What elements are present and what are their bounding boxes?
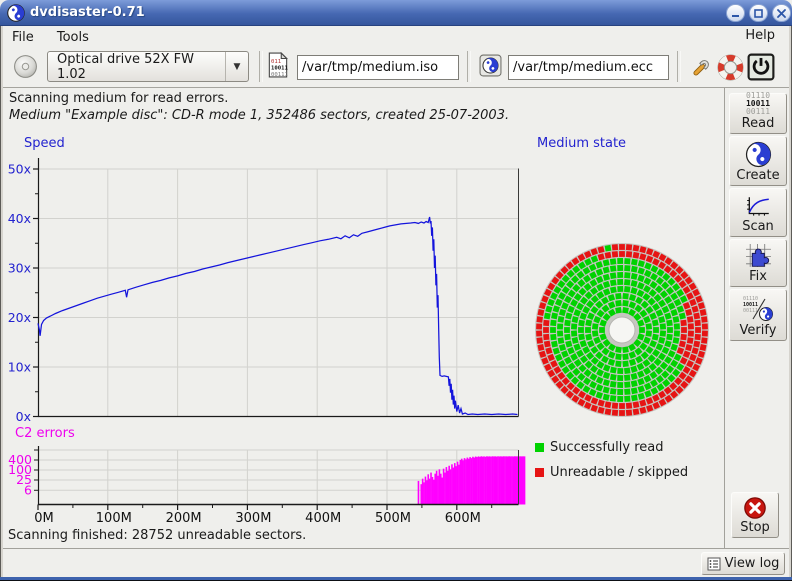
menu-file[interactable]: File <box>3 28 43 47</box>
fix-button-label: Fix <box>749 269 767 284</box>
stop-button[interactable]: Stop <box>731 492 779 538</box>
toolbar-separator <box>259 51 263 82</box>
medium-info-line: Medium "Example disc": CD-R mode 1, 3524… <box>9 108 509 123</box>
iso-path-input[interactable] <box>297 55 459 80</box>
svg-text:10x: 10x <box>8 360 31 375</box>
read-button-label: Read <box>742 116 775 131</box>
toolbar: Optical drive 52X FW 1.02 ▼ 011 10011 00… <box>3 47 789 88</box>
fix-button[interactable]: Fix <box>729 239 787 287</box>
window-frame-bottom[interactable] <box>0 577 792 581</box>
ecc-path-input[interactable] <box>508 55 669 80</box>
quit-power-icon[interactable] <box>747 53 775 81</box>
svg-text:50x: 50x <box>8 162 31 177</box>
drive-selector[interactable]: Optical drive 52X FW 1.02 ▼ <box>47 51 249 82</box>
svg-text:40x: 40x <box>8 211 31 226</box>
close-button[interactable] <box>772 4 791 22</box>
svg-text:0M: 0M <box>34 511 54 526</box>
toolbar-separator <box>677 51 681 82</box>
sidebar-divider <box>724 88 725 548</box>
menu-bar: File Tools Help <box>3 26 789 47</box>
svg-text:011: 011 <box>271 59 281 65</box>
create-button[interactable]: Create <box>729 136 787 186</box>
puzzle-piece-icon <box>745 243 772 269</box>
svg-text:00111: 00111 <box>271 72 288 78</box>
svg-text:200M: 200M <box>166 511 202 526</box>
svg-text:30x: 30x <box>8 261 31 276</box>
menu-tools[interactable]: Tools <box>48 28 98 47</box>
log-list-icon <box>707 557 721 571</box>
yinyang-icon <box>745 141 772 168</box>
maximize-icon <box>754 9 763 18</box>
cd-drive-icon[interactable] <box>12 53 39 80</box>
minimize-button[interactable] <box>726 4 745 22</box>
iso-file-icon: 011 10011 00111 <box>267 52 289 78</box>
binary-icon: 01110 10011 00111 <box>746 92 770 116</box>
menu-help[interactable]: Help <box>741 28 779 43</box>
close-icon <box>777 9 786 18</box>
verify-button[interactable]: 01110 10011 00111 Verify <box>729 289 787 341</box>
app-window: dvdisaster-0.71 File Tools Help <box>0 0 792 581</box>
scan-button-label: Scan <box>742 219 774 234</box>
svg-text:300M: 300M <box>235 511 271 526</box>
ecc-file-icon <box>479 54 502 77</box>
scan-chart-icon <box>745 195 772 219</box>
help-lifesaver-icon[interactable] <box>717 54 744 81</box>
scan-status-heading: Scanning medium for read errors. <box>9 91 228 106</box>
window-title: dvdisaster-0.71 <box>30 5 145 20</box>
svg-text:100M: 100M <box>96 511 132 526</box>
verify-button-label: Verify <box>740 323 777 338</box>
svg-text:10011: 10011 <box>271 65 289 71</box>
verify-icon: 01110 10011 00111 <box>742 295 774 323</box>
svg-text:400: 400 <box>8 452 32 467</box>
stop-button-label: Stop <box>740 520 770 535</box>
svg-text:0x: 0x <box>16 409 31 424</box>
scan-button[interactable]: Scan <box>729 188 787 237</box>
chevron-down-icon: ▼ <box>225 52 248 81</box>
svg-text:20x: 20x <box>8 310 31 325</box>
toolbar-separator <box>467 51 471 82</box>
create-button-label: Create <box>736 168 779 183</box>
charts-and-disc-canvas: 0x10x20x30x40x50x6251004000M100M200M300M… <box>0 130 723 530</box>
minimize-icon <box>731 9 740 18</box>
view-log-label: View log <box>725 556 780 571</box>
preferences-wrench-icon[interactable] <box>688 54 715 81</box>
read-button[interactable]: 01110 10011 00111 Read <box>729 93 787 134</box>
footer-status-text: Scanning finished: 28752 unreadable sect… <box>8 528 306 543</box>
drive-selector-value: Optical drive 52X FW 1.02 <box>48 52 225 82</box>
app-logo-yinyang-icon <box>7 4 25 22</box>
statusbar-divider <box>3 548 789 549</box>
maximize-button[interactable] <box>749 4 768 22</box>
view-log-button[interactable]: View log <box>701 552 785 575</box>
stop-icon <box>743 496 767 520</box>
svg-text:600M: 600M <box>445 511 481 526</box>
svg-text:00111: 00111 <box>743 308 758 314</box>
svg-text:400M: 400M <box>305 511 341 526</box>
svg-text:500M: 500M <box>375 511 411 526</box>
title-bar: dvdisaster-0.71 <box>0 0 792 26</box>
